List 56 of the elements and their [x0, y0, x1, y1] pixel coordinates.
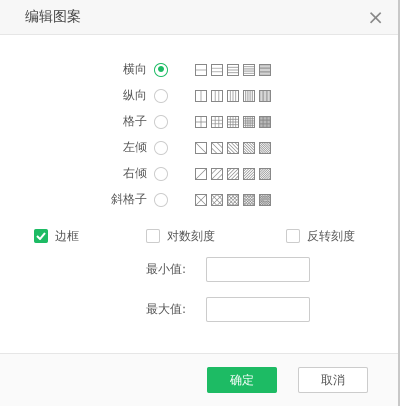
hatched-square-icon[interactable] [195, 142, 207, 154]
hatched-square-icon[interactable] [227, 168, 239, 180]
radio-button[interactable] [154, 114, 168, 128]
radio-button[interactable] [154, 166, 168, 180]
checkbox-label: 反转刻度 [307, 228, 355, 244]
hatched-square-icon[interactable] [195, 90, 207, 102]
hatched-square-icon[interactable] [195, 116, 207, 128]
hatched-square-icon[interactable] [243, 194, 255, 206]
hatched-square-icon[interactable] [227, 64, 239, 76]
confirm-button[interactable]: 确定 [207, 367, 277, 393]
hatched-square-icon[interactable] [259, 90, 271, 102]
close-button[interactable]: × [367, 8, 384, 26]
hatched-square-icon[interactable] [195, 64, 207, 76]
hatched-square-icon[interactable] [211, 142, 223, 154]
field-label: 最大值: [146, 300, 186, 318]
hatched-square-icon[interactable] [227, 194, 239, 206]
hatched-square-icon[interactable] [243, 90, 255, 102]
hatched-square-icon[interactable] [211, 64, 223, 76]
hatched-square-icon[interactable] [195, 194, 207, 206]
hatched-square-icon[interactable] [227, 142, 239, 154]
hatched-square-icon[interactable] [195, 168, 207, 180]
hatched-square-icon[interactable] [259, 142, 271, 154]
hatched-square-icon[interactable] [259, 168, 271, 180]
checkbox[interactable] [286, 229, 300, 243]
hatched-square-icon[interactable] [243, 168, 255, 180]
checkbox[interactable] [146, 229, 160, 243]
hatched-square-icon[interactable] [243, 116, 255, 128]
hatched-square-icon[interactable] [211, 116, 223, 128]
radio-button[interactable] [154, 140, 168, 154]
checkbox-label: 边框 [55, 228, 79, 244]
field-label: 最小值: [146, 260, 186, 278]
input-field[interactable] [206, 296, 310, 322]
pattern-label: 斜格子 [110, 191, 147, 208]
pattern-label: 格子 [122, 113, 147, 130]
hatched-square-icon[interactable] [211, 168, 223, 180]
hatched-square-icon[interactable] [259, 194, 271, 206]
checkbox-label: 对数刻度 [167, 228, 215, 244]
pattern-label: 横向 [122, 61, 147, 78]
radio-button[interactable] [154, 62, 168, 76]
radio-button[interactable] [154, 88, 168, 102]
hatched-square-icon[interactable] [211, 90, 223, 102]
pattern-label: 纵向 [122, 87, 147, 104]
hatched-square-icon[interactable] [227, 116, 239, 128]
hatched-square-icon[interactable] [227, 90, 239, 102]
input-field[interactable] [206, 256, 310, 282]
radio-button[interactable] [154, 192, 168, 206]
cancel-button[interactable]: 取消 [298, 367, 368, 393]
dialog-title: 编辑图案 [25, 8, 81, 26]
hatched-square-icon[interactable] [243, 142, 255, 154]
pattern-label: 右倾 [122, 165, 147, 182]
pattern-label: 左倾 [122, 139, 147, 156]
hatched-square-icon[interactable] [243, 64, 255, 76]
hatched-square-icon[interactable] [259, 64, 271, 76]
checkbox[interactable] [34, 229, 48, 243]
hatched-square-icon[interactable] [211, 194, 223, 206]
hatched-square-icon[interactable] [259, 116, 271, 128]
